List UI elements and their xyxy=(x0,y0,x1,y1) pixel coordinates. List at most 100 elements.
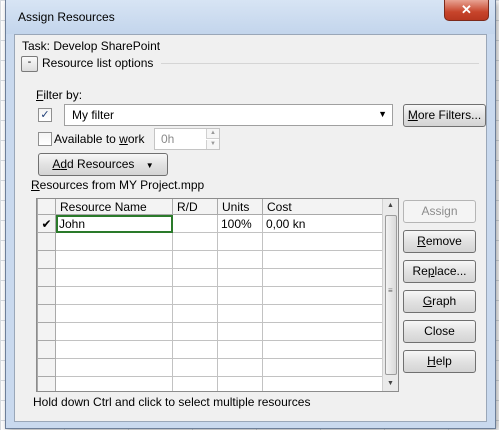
empty-cell[interactable] xyxy=(262,340,383,359)
scrollbar-grip-icon: ≡ xyxy=(388,286,393,295)
empty-cell[interactable] xyxy=(55,358,173,377)
empty-cell[interactable] xyxy=(217,268,263,287)
column-header-resource-name[interactable]: Resource Name xyxy=(55,199,173,215)
cost-cell[interactable]: 0,00 kn xyxy=(262,214,383,233)
table-row[interactable] xyxy=(37,268,383,287)
empty-cell[interactable] xyxy=(172,286,218,305)
empty-cell[interactable] xyxy=(55,304,173,323)
available-hours-spinner[interactable]: 0h ▲ ▼ xyxy=(154,128,220,150)
resources-table: Resource Name R/D Units Cost ✔ John 100%… xyxy=(36,198,399,392)
empty-cell[interactable] xyxy=(172,340,218,359)
empty-cell[interactable] xyxy=(172,268,218,287)
empty-cell[interactable] xyxy=(55,340,173,359)
scrollbar-thumb[interactable]: ≡ xyxy=(385,215,397,375)
row-selector-cell[interactable] xyxy=(37,268,56,287)
empty-cell[interactable] xyxy=(172,304,218,323)
table-row[interactable] xyxy=(37,340,383,359)
table-row[interactable] xyxy=(37,232,383,251)
table-row[interactable] xyxy=(37,286,383,305)
row-selector-cell[interactable] xyxy=(37,232,56,251)
filter-dropdown[interactable]: My filter ▼ xyxy=(64,104,393,126)
window-title: Assign Resources xyxy=(18,10,115,24)
assign-button[interactable]: Assign xyxy=(403,200,476,223)
table-vertical-scrollbar[interactable]: ▲ ≡ ▼ xyxy=(382,199,398,391)
empty-cell[interactable] xyxy=(262,376,383,391)
empty-cell[interactable] xyxy=(262,358,383,377)
filter-by-label: Filter by: xyxy=(36,88,83,102)
empty-cell[interactable] xyxy=(217,250,263,269)
filter-checkbox[interactable]: ✓ xyxy=(38,108,52,122)
empty-cell[interactable] xyxy=(55,286,173,305)
empty-cell[interactable] xyxy=(172,376,218,391)
table-row[interactable] xyxy=(37,376,383,391)
more-filters-button[interactable]: More Filters... xyxy=(403,104,486,127)
available-to-work-checkbox[interactable] xyxy=(38,132,52,146)
empty-cell[interactable] xyxy=(217,340,263,359)
table-row[interactable] xyxy=(37,322,383,341)
empty-cell[interactable] xyxy=(55,250,173,269)
column-header-select[interactable] xyxy=(37,199,56,215)
empty-cell[interactable] xyxy=(55,376,173,391)
close-icon: ✕ xyxy=(461,2,472,17)
table-row[interactable] xyxy=(37,250,383,269)
units-cell[interactable]: 100% xyxy=(217,214,263,233)
table-row[interactable]: ✔ John 100% 0,00 kn xyxy=(37,214,383,233)
resources-grid: Resource Name R/D Units Cost ✔ John 100%… xyxy=(37,199,383,391)
close-button[interactable]: Close xyxy=(403,320,476,343)
help-button[interactable]: Help xyxy=(403,350,476,373)
spin-up-icon[interactable]: ▲ xyxy=(206,129,219,139)
empty-cell[interactable] xyxy=(262,232,383,251)
empty-cell[interactable] xyxy=(55,268,173,287)
table-row[interactable] xyxy=(37,358,383,377)
empty-cell[interactable] xyxy=(262,250,383,269)
empty-cell[interactable] xyxy=(262,322,383,341)
available-to-work-label: Available to work xyxy=(54,132,145,146)
row-selector-cell[interactable] xyxy=(37,340,56,359)
rd-cell[interactable] xyxy=(172,214,218,233)
empty-cell[interactable] xyxy=(217,376,263,391)
row-check-icon[interactable]: ✔ xyxy=(37,214,56,233)
row-selector-cell[interactable] xyxy=(37,322,56,341)
column-header-cost[interactable]: Cost xyxy=(262,199,383,215)
empty-cell[interactable] xyxy=(217,232,263,251)
add-resources-button[interactable]: Add Resources ▼ xyxy=(38,153,168,176)
empty-cell[interactable] xyxy=(217,322,263,341)
row-selector-cell[interactable] xyxy=(37,376,56,391)
row-selector-cell[interactable] xyxy=(37,250,56,269)
column-header-units[interactable]: Units xyxy=(217,199,263,215)
scroll-up-icon[interactable]: ▲ xyxy=(383,199,398,213)
row-selector-cell[interactable] xyxy=(37,304,56,323)
empty-cell[interactable] xyxy=(217,286,263,305)
resources-from-label: Resources from MY Project.mpp xyxy=(31,178,205,192)
options-separator xyxy=(161,63,479,64)
graph-button[interactable]: Graph xyxy=(403,290,476,313)
empty-cell[interactable] xyxy=(217,304,263,323)
empty-cell[interactable] xyxy=(262,286,383,305)
empty-cell[interactable] xyxy=(172,232,218,251)
empty-cell[interactable] xyxy=(262,268,383,287)
column-header-rd[interactable]: R/D xyxy=(172,199,218,215)
scroll-down-icon[interactable]: ▼ xyxy=(383,377,398,391)
minus-icon: - xyxy=(27,56,32,68)
row-selector-cell[interactable] xyxy=(37,286,56,305)
empty-cell[interactable] xyxy=(55,232,173,251)
task-label: Task: Develop SharePoint xyxy=(22,39,161,53)
table-header-row: Resource Name R/D Units Cost xyxy=(37,199,383,215)
available-hours-value: 0h xyxy=(161,132,175,146)
empty-cell[interactable] xyxy=(172,250,218,269)
close-window-button[interactable]: ✕ xyxy=(444,0,489,21)
title-bar[interactable]: Assign Resources ✕ xyxy=(6,0,495,34)
collapse-options-button[interactable]: - xyxy=(21,56,38,72)
resource-name-cell[interactable]: John xyxy=(55,214,173,233)
empty-cell[interactable] xyxy=(55,322,173,341)
empty-cell[interactable] xyxy=(172,358,218,377)
table-row[interactable] xyxy=(37,304,383,323)
row-selector-cell[interactable] xyxy=(37,358,56,377)
filter-value: My filter xyxy=(72,108,114,122)
empty-cell[interactable] xyxy=(262,304,383,323)
empty-cell[interactable] xyxy=(172,322,218,341)
spin-down-icon[interactable]: ▼ xyxy=(206,140,219,149)
empty-cell[interactable] xyxy=(217,358,263,377)
replace-button[interactable]: Replace... xyxy=(403,260,476,283)
remove-button[interactable]: Remove xyxy=(403,230,476,253)
